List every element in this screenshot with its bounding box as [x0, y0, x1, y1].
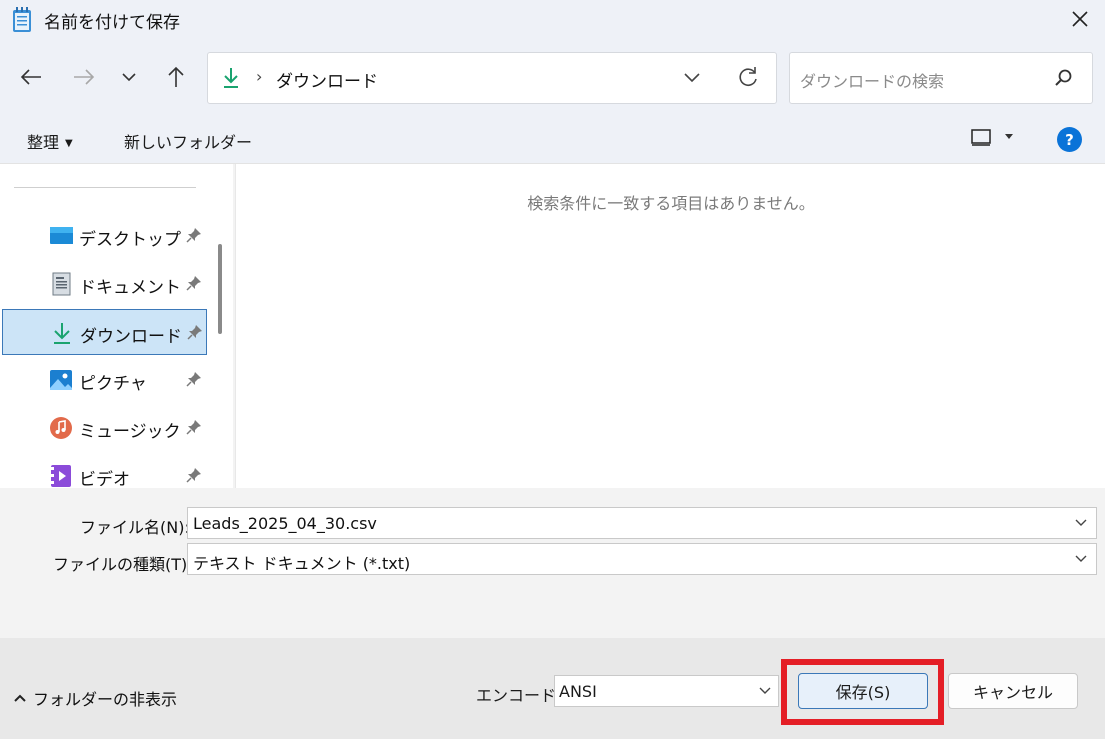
- recent-locations-button[interactable]: [112, 60, 146, 94]
- filename-label: ファイル名(N):: [80, 518, 190, 537]
- pin-icon[interactable]: [185, 466, 203, 484]
- sidebar-item-downloads[interactable]: ダウンロード: [2, 309, 207, 355]
- encoding-value: ANSI: [559, 682, 597, 701]
- pin-icon[interactable]: [185, 274, 203, 292]
- filename-value[interactable]: Leads_2025_04_30.csv: [193, 514, 377, 533]
- sidebar-item-label: ドキュメント: [79, 278, 181, 298]
- address-bar[interactable]: › ダウンロード: [207, 52, 777, 104]
- dialog-footer: フォルダーの非表示 エンコード: ANSI 保存(S) キャンセル: [0, 638, 1105, 739]
- pin-icon[interactable]: [185, 418, 203, 436]
- command-bar: 整理 ▼ 新しいフォルダー ?: [0, 116, 1105, 164]
- encoding-select[interactable]: ANSI: [554, 675, 779, 707]
- sidebar-scrollbar[interactable]: [214, 164, 232, 488]
- filetype-select[interactable]: テキスト ドキュメント (*.txt): [187, 543, 1097, 575]
- search-placeholder[interactable]: ダウンロードの検索: [800, 68, 944, 92]
- back-button[interactable]: [14, 60, 48, 94]
- notepad-icon: [13, 7, 31, 32]
- arrow-up-icon: [168, 66, 184, 87]
- filetype-value: テキスト ドキュメント (*.txt): [193, 554, 411, 573]
- chevron-down-icon[interactable]: [1074, 552, 1088, 566]
- pictures-icon: [50, 370, 72, 390]
- up-button[interactable]: [159, 60, 193, 94]
- empty-message: 検索条件に一致する項目はありません。: [527, 194, 815, 213]
- file-list[interactable]: 検索条件に一致する項目はありません。: [235, 164, 1105, 488]
- title-bar: 名前を付けて保存: [0, 0, 1105, 40]
- sidebar-divider: [14, 187, 196, 188]
- encoding-label: エンコード:: [476, 686, 562, 705]
- sidebar-item-label: デスクトップ: [79, 230, 181, 250]
- close-icon: [1072, 11, 1088, 27]
- breadcrumb-separator: ›: [256, 67, 263, 86]
- close-button[interactable]: [1062, 4, 1098, 34]
- breadcrumb-current[interactable]: ダウンロード: [276, 67, 378, 92]
- cancel-button[interactable]: キャンセル: [948, 673, 1078, 709]
- sidebar-item-label: ビデオ: [79, 470, 130, 490]
- caret-down-icon: [1005, 134, 1013, 139]
- view-layout-icon: [971, 129, 991, 146]
- navigation-bar: › ダウンロード ダウンロードの検索: [0, 40, 1105, 116]
- sidebar-item-label: ミュージック: [79, 422, 181, 442]
- filetype-label: ファイルの種類(T):: [53, 555, 193, 574]
- pin-icon[interactable]: [185, 370, 203, 388]
- window-title: 名前を付けて保存: [44, 13, 180, 33]
- save-form: ファイル名(N): Leads_2025_04_30.csv ファイルの種類(T…: [0, 488, 1105, 638]
- search-icon: [1055, 69, 1072, 86]
- chevron-down-icon[interactable]: [1074, 516, 1088, 530]
- navigation-pane: デスクトップ ドキュメント ダウンロード ピクチャ ミュージック ビデオ: [0, 164, 233, 490]
- new-folder-button[interactable]: 新しいフォルダー: [124, 129, 252, 153]
- filename-field[interactable]: Leads_2025_04_30.csv: [187, 507, 1097, 539]
- forward-button[interactable]: [67, 60, 101, 94]
- address-history-icon[interactable]: [682, 67, 702, 87]
- chevron-down-icon: [122, 73, 136, 82]
- video-icon: [51, 465, 71, 487]
- caret-down-icon: ▼: [65, 138, 73, 149]
- help-icon: ?: [1065, 130, 1074, 149]
- chevron-up-icon: [14, 694, 26, 702]
- sidebar-item-label: ピクチャ: [79, 374, 147, 394]
- document-icon: [52, 272, 71, 296]
- arrow-left-icon: [20, 69, 41, 85]
- sidebar-scroll-thumb[interactable]: [218, 244, 222, 334]
- sidebar-item-label: ダウンロード: [80, 327, 182, 347]
- refresh-icon[interactable]: [736, 65, 760, 89]
- help-button[interactable]: ?: [1057, 127, 1082, 152]
- sidebar-item-desktop[interactable]: デスクトップ: [2, 213, 207, 259]
- organize-label: 整理: [27, 133, 60, 152]
- sidebar-item-pictures[interactable]: ピクチャ: [2, 357, 207, 403]
- pin-icon[interactable]: [185, 226, 203, 244]
- save-button[interactable]: 保存(S): [798, 673, 928, 709]
- download-icon: [54, 323, 70, 344]
- organize-button[interactable]: 整理 ▼: [27, 129, 73, 153]
- desktop-icon: [50, 227, 73, 244]
- music-icon: [50, 417, 72, 439]
- chevron-down-icon[interactable]: [758, 684, 772, 698]
- view-options-button[interactable]: [970, 128, 1014, 146]
- sidebar-item-music[interactable]: ミュージック: [2, 405, 207, 451]
- arrow-right-icon: [74, 69, 95, 85]
- sidebar-item-documents[interactable]: ドキュメント: [2, 261, 207, 307]
- hide-folders-label: フォルダーの非表示: [33, 690, 178, 709]
- hide-folders-button[interactable]: フォルダーの非表示: [13, 686, 177, 710]
- search-box[interactable]: ダウンロードの検索: [789, 52, 1093, 104]
- pin-icon[interactable]: [186, 323, 204, 341]
- download-icon: [224, 68, 238, 88]
